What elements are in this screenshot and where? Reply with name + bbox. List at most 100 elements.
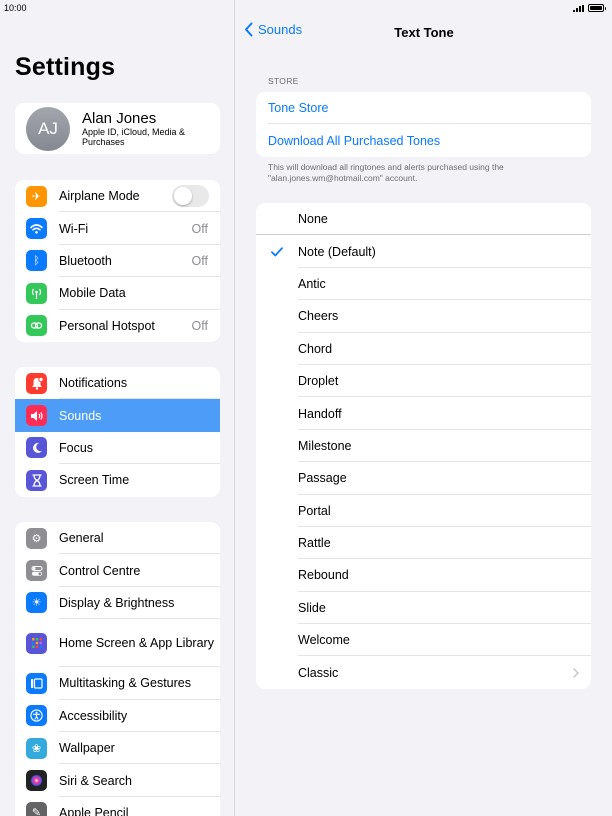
tone-label: Milestone: [298, 438, 352, 453]
status-bar: 10:00: [0, 0, 612, 16]
download-purchased-tones-link[interactable]: Download All Purchased Tones: [256, 124, 591, 156]
status-time: 10:00: [4, 3, 27, 13]
tone-item-rattle[interactable]: Rattle: [256, 527, 591, 560]
grid-icon: [26, 632, 47, 654]
tone-item-welcome[interactable]: Welcome: [256, 624, 591, 657]
wifi-icon: [26, 218, 47, 240]
sidebar-item-label: Multitasking & Gestures: [59, 676, 191, 691]
tone-store-label: Tone Store: [268, 101, 329, 116]
sidebar-item-mobile-data[interactable]: Mobile Data: [15, 277, 220, 310]
tone-label: Antic: [298, 276, 326, 291]
sidebar-item-display-brightness[interactable]: ☀ Display & Brightness: [15, 587, 220, 620]
tone-item-slide[interactable]: Slide: [256, 592, 591, 625]
download-purchased-label: Download All Purchased Tones: [268, 133, 441, 148]
tone-label: Cheers: [298, 309, 339, 324]
airplane-icon: ✈: [26, 185, 47, 207]
sidebar-item-label: Home Screen & App Library: [59, 636, 214, 651]
tone-label: None: [298, 212, 328, 227]
sidebar-item-airplane-mode[interactable]: ✈ Airplane Mode: [15, 180, 220, 213]
tone-item-rebound[interactable]: Rebound: [256, 559, 591, 592]
tone-label: Rattle: [298, 536, 331, 551]
sidebar-item-notifications[interactable]: Notifications: [15, 367, 220, 400]
sidebar-item-screen-time[interactable]: Screen Time: [15, 464, 220, 496]
sidebar-item-sounds[interactable]: Sounds: [15, 399, 220, 432]
sidebar-item-control-centre[interactable]: Control Centre: [15, 554, 220, 587]
sidebar-item-label: Accessibility: [59, 708, 128, 723]
moon-icon: [26, 437, 47, 459]
store-group: Tone Store Download All Purchased Tones: [256, 92, 591, 157]
tone-label: Droplet: [298, 374, 339, 389]
sidebar-item-wallpaper[interactable]: ❀ Wallpaper: [15, 732, 220, 765]
sidebar-item-label: Sounds: [59, 408, 102, 423]
sidebar-item-multitasking-gestures[interactable]: Multitasking & Gestures: [15, 667, 220, 700]
bell-icon: [26, 372, 47, 394]
siri-icon: [26, 770, 47, 792]
tone-label: Passage: [298, 471, 347, 486]
page-title: Settings: [15, 53, 116, 81]
tone-label: Portal: [298, 503, 331, 518]
sidebar-item-label: Bluetooth: [59, 253, 112, 268]
tone-label: Classic: [298, 665, 339, 680]
sidebar-item-label: Focus: [59, 440, 94, 455]
antenna-icon: [26, 282, 47, 304]
tone-item-passage[interactable]: Passage: [256, 462, 591, 495]
pencil-icon: ✎: [26, 802, 47, 816]
text-tone-pane: Sounds Text Tone STORE Tone Store Downlo…: [236, 0, 612, 816]
connectivity-group: ✈ Airplane Mode Wi-Fi Off ᛒ Bluetooth Off Mobil…: [15, 180, 220, 342]
sidebar-item-label: Display & Brightness: [59, 595, 175, 610]
tone-item-cheers[interactable]: Cheers: [256, 300, 591, 333]
sidebar-item-apple-pencil[interactable]: ✎ Apple Pencil: [15, 797, 220, 816]
tone-item-antic[interactable]: Antic: [256, 268, 591, 301]
profile-subtitle: Apple ID, iCloud, Media & Purchases: [82, 126, 186, 148]
sidebar-item-accessibility[interactable]: Accessibility: [15, 700, 220, 732]
sidebar-item-bluetooth[interactable]: ᛒ Bluetooth Off: [15, 245, 220, 278]
store-footer-note: This will download all ringtones and ale…: [268, 162, 504, 183]
hourglass-icon: [26, 469, 47, 491]
tone-item-handoff[interactable]: Handoff: [256, 397, 591, 430]
tone-item-classic[interactable]: Classic: [256, 656, 591, 688]
apple-id-profile[interactable]: AJ Alan Jones Apple ID, iCloud, Media & …: [15, 103, 220, 154]
store-section-header: STORE: [268, 76, 299, 86]
sidebar-item-wi-fi[interactable]: Wi-Fi Off: [15, 212, 220, 245]
sidebar-item-label: Notifications: [59, 376, 128, 391]
multitasking-icon: [26, 672, 47, 694]
tone-item-droplet[interactable]: Droplet: [256, 365, 591, 398]
tone-item-note-default[interactable]: Note (Default): [256, 235, 591, 268]
navigation-bar: Sounds Text Tone: [236, 22, 612, 44]
sidebar-item-label: Control Centre: [59, 563, 141, 578]
sun-icon: ☀: [26, 592, 47, 614]
tone-item-chord[interactable]: Chord: [256, 333, 591, 365]
airplane-mode-toggle[interactable]: [172, 185, 209, 208]
sidebar-item-label: Mobile Data: [59, 286, 126, 301]
tones-list: None Note (Default) Antic Cheers Chord Drople…: [256, 203, 591, 689]
sidebar-item-value: Off: [191, 221, 208, 236]
tone-item-portal[interactable]: Portal: [256, 495, 591, 527]
flower-icon: ❀: [26, 737, 47, 759]
tone-item-none[interactable]: None: [256, 203, 591, 236]
sidebar-item-label: Wi-Fi: [59, 221, 89, 236]
sidebar-item-home-screen-app-library[interactable]: Home Screen & App Library: [15, 619, 220, 668]
settings-sidebar: Settings AJ Alan Jones Apple ID, iCloud,…: [0, 0, 235, 816]
tone-item-milestone[interactable]: Milestone: [256, 430, 591, 463]
gear-icon: ⚙: [26, 527, 47, 549]
tone-label: Slide: [298, 600, 326, 615]
avatar: AJ: [26, 106, 70, 151]
tone-label: Welcome: [298, 633, 350, 648]
sidebar-item-personal-hotspot[interactable]: Personal Hotspot Off: [15, 310, 220, 342]
sidebar-item-general[interactable]: ⚙ General: [15, 522, 220, 555]
nav-title: Text Tone: [394, 25, 454, 40]
sidebar-item-siri-search[interactable]: Siri & Search: [15, 764, 220, 797]
sidebar-item-value: Off: [191, 253, 208, 268]
speaker-icon: [26, 405, 47, 427]
battery-icon: [588, 4, 606, 12]
sidebar-item-label: Airplane Mode: [59, 189, 140, 204]
signal-icon: [573, 4, 584, 12]
profile-name: Alan Jones: [82, 109, 157, 127]
status-icons: [573, 4, 606, 12]
hotspot-icon: [26, 315, 47, 337]
sidebar-item-label: Wallpaper: [59, 741, 115, 756]
sidebar-item-focus[interactable]: Focus: [15, 432, 220, 465]
tone-label: Chord: [298, 341, 333, 356]
sidebar-item-label: Siri & Search: [59, 773, 132, 788]
tone-store-link[interactable]: Tone Store: [256, 92, 591, 125]
